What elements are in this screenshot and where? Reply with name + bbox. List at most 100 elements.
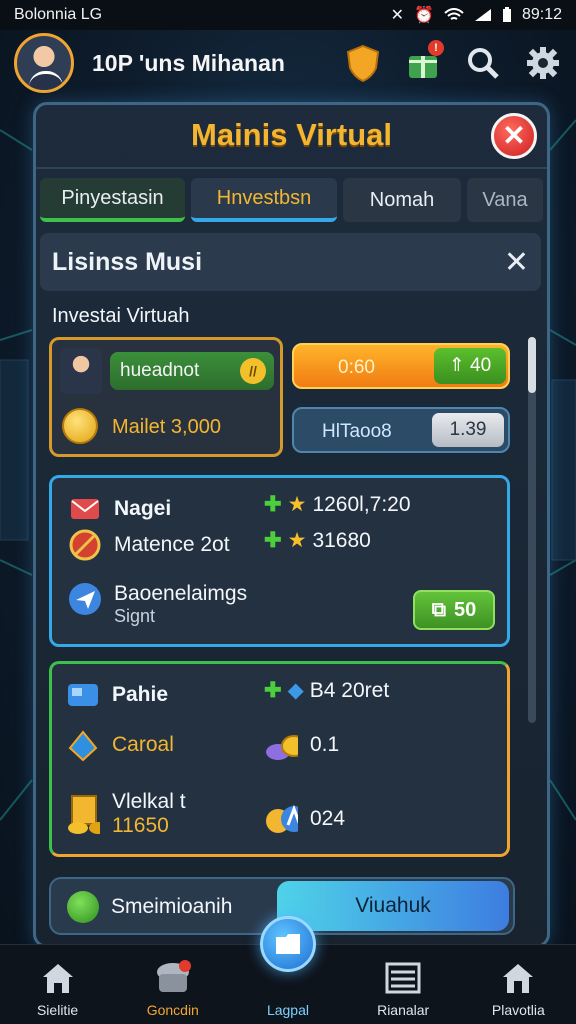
claim-button-label: 50 [454, 598, 477, 621]
resource-value: 0.1 [310, 733, 340, 756]
hp-tag[interactable]: 1.39 [432, 413, 504, 447]
list-item: Caroal [66, 728, 174, 762]
resources-title: Pahie [112, 683, 169, 706]
gear-icon[interactable] [524, 44, 562, 82]
progress-bar: 0:60 ⇑ 40 [292, 343, 510, 389]
gift-badge: ! [428, 40, 444, 56]
tab-nomah[interactable]: Nomah [343, 178, 461, 222]
hp-bar: HlTaoo8 1.39 [292, 407, 510, 453]
list-item: ✚ ★ 1260l,7:20 [264, 492, 411, 517]
main-panel: Mainis Virtual ✕ Pinyestasin Hnvestbsn N… [33, 102, 550, 948]
nav-item-house[interactable]: Plavotlia [468, 958, 568, 1018]
house-icon [468, 958, 568, 998]
coins-icon [264, 728, 298, 762]
username: 10P 'uns Mihanan [92, 49, 285, 76]
home-icon [8, 958, 108, 998]
dialog-header: Lisinss Musi ✕ [40, 233, 541, 291]
tab-bar: Pinyestasin Hnvestbsn Nomah Vana [40, 178, 543, 222]
wifi-icon [444, 8, 464, 20]
resources-value: B4 20ret [309, 678, 390, 702]
carrier-label: Bolonnia LG [14, 6, 103, 23]
bottom-sub: 11650 [112, 814, 169, 837]
status-bar: Bolonnia LG ✕ ⏰ 89:12 [0, 0, 576, 30]
action-subtitle: Signt [114, 606, 156, 626]
list-icon [353, 958, 453, 998]
star-icon: ★ [287, 529, 307, 552]
list-item: ✚ ★ 31680 [264, 528, 371, 553]
nav-item-home[interactable]: Sielitie [8, 958, 108, 1018]
resource-label: Caroal [112, 733, 174, 756]
investment-card[interactable]: hueadnot // Mailet 3,000 [49, 337, 283, 457]
tab-hnvestbsn[interactable]: Hnvestbsn [191, 178, 337, 222]
treasure-icon [66, 795, 100, 834]
plus-icon: ✚ [264, 529, 282, 552]
list-item: Vlelkal t 11650 [66, 790, 186, 838]
section-label: Investai Virtuah [52, 305, 190, 327]
star-icon: ★ [287, 493, 307, 516]
bottom-value: 024 [310, 807, 346, 830]
gem-icon: ◆ [287, 679, 304, 702]
panel-title: Mainis Virtual [191, 117, 392, 152]
coin-icon: // [240, 358, 266, 384]
gold-coin-icon [62, 408, 98, 444]
shield-icon[interactable] [344, 44, 382, 82]
investor-avatar [60, 348, 102, 394]
stat-label: Matence 2ot [114, 533, 230, 556]
boost-icon [264, 802, 298, 836]
bottom-nav: Sielitie Goncdin Lagpal Rianalar Plavotl… [0, 916, 576, 1024]
bottom-action-label: Smeimioanih [111, 895, 233, 918]
list-item: 024 [264, 802, 345, 836]
tab-pinyestasin[interactable]: Pinyestasin [40, 178, 185, 222]
market-value: Mailet 3,000 [112, 416, 221, 438]
search-icon[interactable] [464, 44, 502, 82]
gift-icon[interactable]: ! [404, 40, 444, 82]
claim-button[interactable]: ⧉ 50 [413, 590, 495, 630]
mute-icon: ✕ [390, 7, 405, 24]
shop-icon [123, 958, 223, 998]
nav-item-shop[interactable]: Goncdin [123, 958, 223, 1018]
dialog-close-icon[interactable]: ✕ [504, 245, 529, 280]
nav-label: Sielitie [36, 1002, 79, 1018]
plus-icon: ✚ [264, 679, 282, 702]
scrollbar-thumb[interactable] [528, 337, 536, 393]
stat-value: 1260l,7:20 [312, 492, 411, 516]
bottom-label: Vlelkal t [112, 790, 186, 813]
stat-value: 31680 [312, 528, 371, 552]
avatar[interactable] [14, 33, 74, 93]
signal-icon [474, 9, 491, 21]
envelope-icon [68, 492, 102, 526]
progress-tag[interactable]: ⇑ 40 [434, 348, 506, 384]
stat-label: Nagei [114, 497, 172, 520]
hp-text: HlTaoo8 [322, 421, 392, 442]
ball-icon [68, 528, 102, 562]
stats-card: Nagei ✚ ★ 1260l,7:20 Matence 2ot ✚ ★ 316… [49, 475, 510, 647]
resources-card: Pahie ✚ ◆ B4 20ret Caroal 0.1 Vlelkal t [49, 661, 510, 857]
nav-label: Lagpal [266, 1002, 309, 1018]
list-item: ✚ ◆ B4 20ret [264, 678, 389, 703]
folder-icon [259, 916, 316, 972]
crystal-icon [66, 728, 100, 762]
clock: 89:12 [521, 6, 562, 23]
list-item: 0.1 [264, 728, 339, 762]
card-icon [66, 678, 100, 712]
progress-text: 0:60 [338, 357, 375, 378]
list-item: Nagei [68, 492, 171, 526]
investment-pill[interactable]: hueadnot // [110, 352, 274, 390]
top-bar: 10P 'uns Mihanan ! [0, 30, 576, 96]
scrollbar-track[interactable] [528, 337, 536, 723]
nav-item-list[interactable]: Rianalar [353, 958, 453, 1018]
bottom-action-button[interactable]: Viuahuk [277, 881, 509, 931]
leaf-icon [67, 891, 99, 923]
battery-icon [502, 7, 511, 22]
list-item: Matence 2ot [68, 528, 230, 562]
nav-item-active[interactable]: Lagpal [238, 916, 338, 1018]
action-title: Baoenelaimgs [114, 582, 248, 605]
investment-pill-label: hueadnot [120, 360, 200, 381]
gift-icon: ⧉ [431, 598, 447, 621]
list-item: Pahie [66, 678, 168, 712]
nav-label: Rianalar [377, 1002, 430, 1018]
tab-vana[interactable]: Vana [467, 178, 543, 222]
divider [36, 167, 547, 169]
panel-close-button[interactable]: ✕ [491, 113, 537, 159]
list-item: Baoenelaimgs Signt [68, 582, 247, 627]
